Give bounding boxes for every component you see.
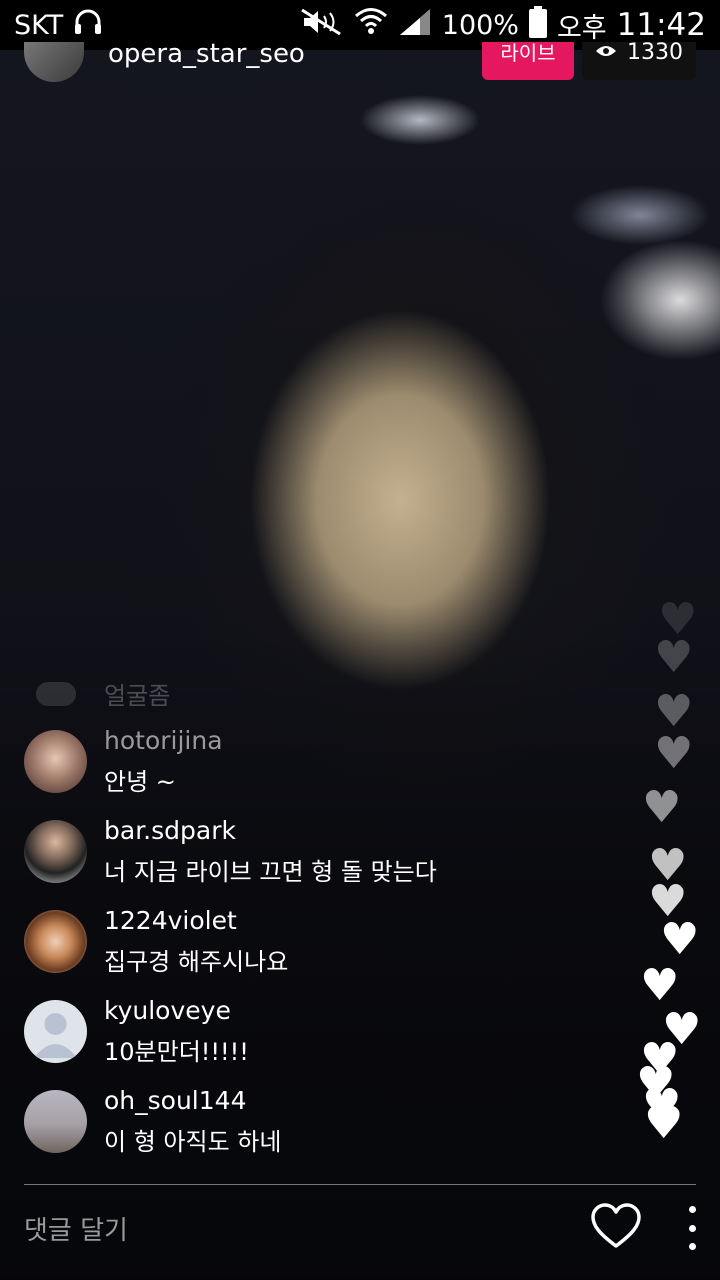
eye-icon <box>595 42 617 64</box>
avatar[interactable] <box>24 730 87 793</box>
heart-icon: ♥ <box>640 960 680 1011</box>
avatar[interactable] <box>24 820 87 883</box>
live-header: opera_star_seo 라이브 1330 <box>0 41 720 82</box>
viewer-count-badge[interactable]: 1330 <box>582 42 696 80</box>
heart-icon: ♥ <box>642 782 682 833</box>
divider <box>24 1184 696 1185</box>
comment-text: 10분만더!!!!! <box>104 1038 249 1066</box>
heart-icon: ♥ <box>660 914 700 965</box>
battery-percent: 100% <box>441 9 519 41</box>
comment-item: kyuloveye 10분만더!!!!! <box>24 996 624 1086</box>
comment-username[interactable]: bar.sdpark <box>104 816 236 845</box>
heart-icon <box>591 1203 641 1248</box>
comment-username[interactable]: 1224violet <box>104 906 237 935</box>
heart-icon: ♥ <box>654 728 694 779</box>
clock: 11:42 <box>616 7 706 43</box>
comment-item: oh_soul144 이 형 아직도 하네 <box>24 1086 624 1176</box>
comment-text: 안녕 ~ <box>104 768 176 796</box>
comment-item: hotorijina 안녕 ~ <box>24 726 624 816</box>
heart-icon: ♥ <box>654 632 694 683</box>
wifi-icon <box>354 6 388 45</box>
comment-input[interactable]: 댓글 달기 <box>24 1210 128 1247</box>
avatar[interactable] <box>24 1000 87 1063</box>
comment-text: 이 형 아직도 하네 <box>104 1128 282 1156</box>
avatar <box>36 681 76 706</box>
mute-icon <box>300 8 344 43</box>
viewer-count: 1330 <box>627 40 683 65</box>
headphones-icon <box>73 8 103 43</box>
avatar[interactable] <box>24 910 87 973</box>
comment-text: 집구경 해주시나요 <box>104 948 289 976</box>
carrier-label: SKT <box>14 9 64 41</box>
comment-item: 1224violet 집구경 해주시나요 <box>24 906 624 996</box>
more-vertical-icon[interactable] <box>680 1206 704 1250</box>
host-username[interactable]: opera_star_seo <box>108 41 305 67</box>
host-avatar[interactable] <box>24 42 84 82</box>
floating-hearts: ♥ ♥ ♥ ♥ ♥ ♥ ♥ ♥ ♥ ♥ ♥ ♥ ♥ ♥ <box>620 590 720 1150</box>
comment-list: hotorijina 안녕 ~ bar.sdpark 너 지금 라이브 끄면 형… <box>24 726 624 1176</box>
avatar[interactable] <box>24 1090 87 1153</box>
signal-icon <box>398 7 432 44</box>
comment-username[interactable]: kyuloveye <box>104 996 231 1025</box>
comment-username[interactable]: hotorijina <box>104 726 223 755</box>
comment-username[interactable]: oh_soul144 <box>104 1086 246 1115</box>
heart-icon: ♥ <box>644 1098 684 1149</box>
comment-text: 너 지금 라이브 끄면 형 돌 맞는다 <box>104 858 437 886</box>
comment-item: bar.sdpark 너 지금 라이브 끄면 형 돌 맞는다 <box>24 816 624 906</box>
ampm-label: 오후 <box>556 12 607 44</box>
like-button[interactable] <box>590 1202 642 1250</box>
battery-icon <box>528 5 547 45</box>
live-badge: 라이브 <box>482 42 574 80</box>
faded-comment-text: 얼굴좀 <box>104 682 171 710</box>
faded-comment: 얼굴좀 <box>36 676 170 711</box>
